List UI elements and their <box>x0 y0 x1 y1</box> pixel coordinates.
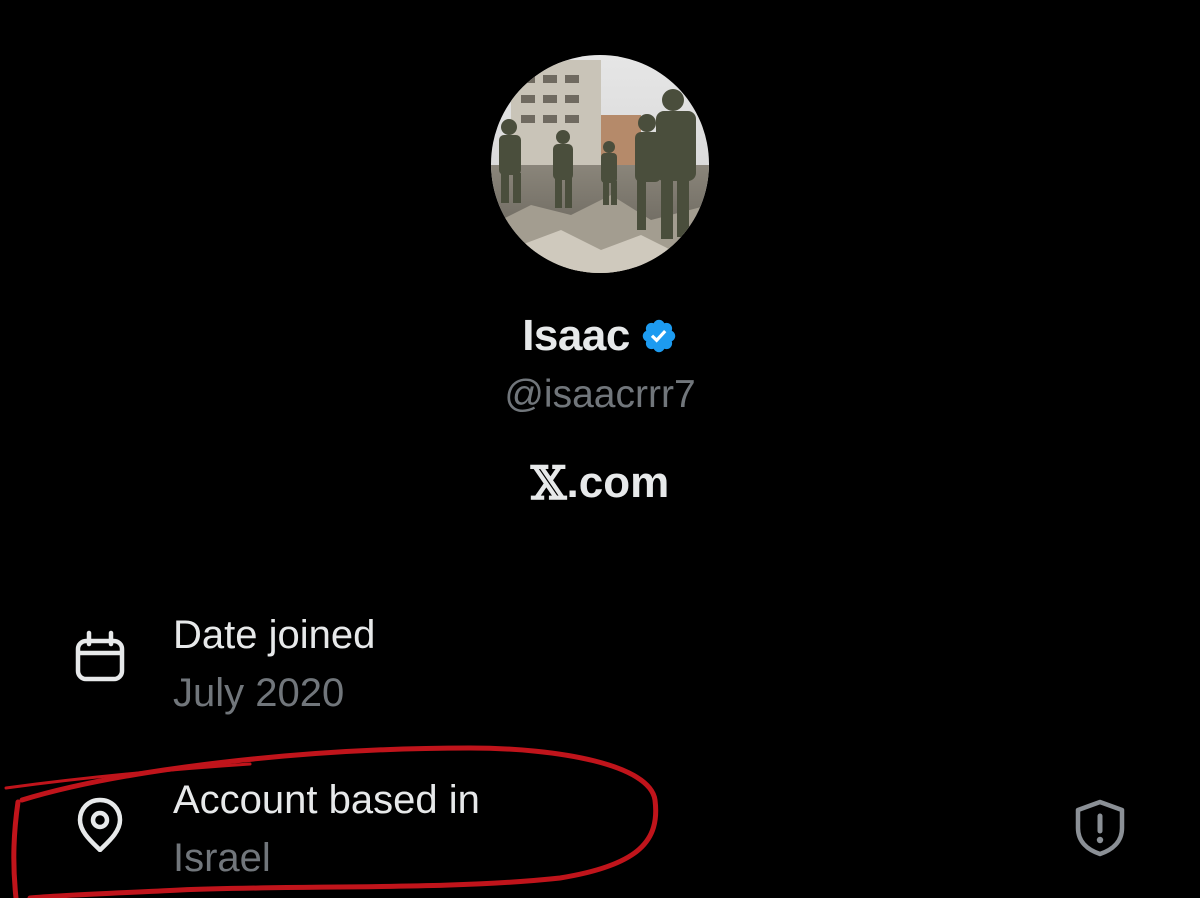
location-pin-icon <box>77 797 123 852</box>
profile-name-row: Isaac <box>0 308 1200 364</box>
date-joined-value: July 2020 <box>173 671 345 715</box>
account-based-in-row: Account based in Israel <box>0 770 1200 890</box>
date-joined-label: Date joined <box>173 613 376 657</box>
shield-alert-icon[interactable] <box>1072 798 1128 858</box>
profile-handle: @isaacrrr7 <box>504 373 696 416</box>
x-logo-icon: 𝕏 <box>530 456 567 510</box>
display-name: Isaac <box>522 311 630 360</box>
account-based-in-label: Account based in <box>173 778 480 822</box>
verified-badge-icon[interactable] <box>640 317 678 355</box>
site-label: 𝕏 .com <box>0 455 1200 511</box>
date-joined-row: Date joined July 2020 <box>0 605 1200 725</box>
profile-avatar[interactable] <box>491 55 709 273</box>
avatar-photo <box>491 55 709 273</box>
site-text: .com <box>566 458 670 507</box>
account-based-in-value: Israel <box>173 836 271 880</box>
calendar-icon <box>75 630 125 682</box>
